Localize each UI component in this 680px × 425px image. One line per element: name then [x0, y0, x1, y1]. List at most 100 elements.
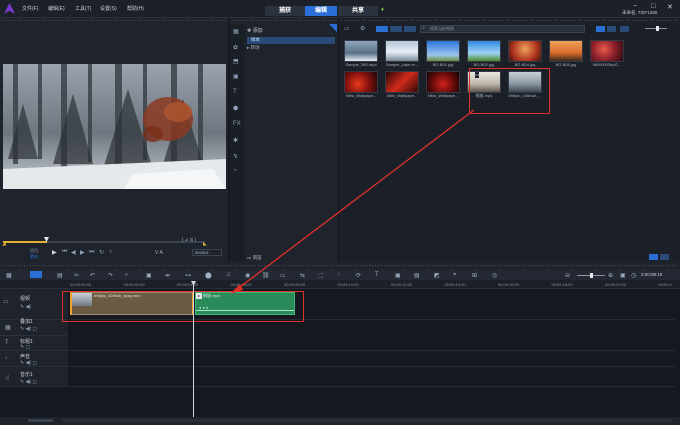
title-icon[interactable]: ▣ — [233, 73, 239, 80]
zoom-out-icon[interactable]: ⊖ — [565, 272, 570, 279]
speed-icon[interactable]: ⇆ — [300, 272, 305, 279]
media-thumbnail[interactable]: MB00003hpt2... — [586, 40, 628, 70]
music-track-lane[interactable] — [69, 367, 675, 387]
home-icon[interactable]: ⏮ — [62, 249, 67, 256]
close-icon[interactable]: ✕ — [667, 3, 673, 11]
maximize-icon[interactable]: □ — [651, 3, 655, 10]
import-folder-icon[interactable]: ▭ — [344, 25, 350, 32]
motion-track-icon[interactable]: ⟳ — [356, 272, 361, 279]
tab-capture[interactable]: 捕获 — [265, 6, 305, 16]
timeline-playhead[interactable] — [193, 281, 194, 417]
media-thumbnail[interactable]: BG-B01.jpg — [422, 40, 464, 70]
speed-icon[interactable]: ◔ — [233, 168, 237, 174]
menu-help[interactable]: 帮助(H) — [127, 5, 144, 12]
mask-icon[interactable]: ▣ — [395, 272, 401, 279]
settings-icon[interactable]: ⚙ — [360, 25, 365, 32]
scissors-icon[interactable]: ✂ — [74, 272, 79, 279]
slider-handle[interactable] — [656, 26, 659, 31]
panel-btn-b[interactable] — [660, 254, 669, 260]
fit-project-icon[interactable]: ▣ — [620, 272, 626, 279]
panel-btn-a[interactable] — [649, 254, 658, 260]
color-icon[interactable]: ▤ — [414, 272, 420, 279]
next-frame-icon[interactable]: ▶ — [80, 249, 85, 256]
play-icon[interactable]: ▶ — [52, 249, 57, 256]
media-icon[interactable]: ▦ — [233, 28, 239, 35]
folder-item-samples[interactable]: 样本 — [247, 37, 335, 44]
view-list-button[interactable] — [607, 26, 616, 32]
volume-icon[interactable]: ♪ — [109, 249, 112, 255]
sort-button[interactable] — [620, 26, 629, 32]
audio-icon[interactable]: ◉ — [245, 272, 250, 279]
lens-icon[interactable]: ◎ — [492, 272, 497, 279]
graphics-icon[interactable]: ⬟ — [233, 105, 238, 112]
transition-icon[interactable]: ⬒ — [233, 58, 239, 65]
menu-tools[interactable]: 工具(T) — [75, 5, 91, 12]
media-thumbnail[interactable]: BG-B05.jpg — [545, 40, 587, 70]
track-mute-icon[interactable]: ✎ ◀) — [20, 304, 31, 310]
fit-icon[interactable]: ⊶ — [185, 272, 191, 279]
multicam-icon[interactable]: ⬚ — [318, 272, 324, 279]
filter-audio-button[interactable] — [404, 26, 416, 32]
text-icon[interactable]: T — [233, 89, 237, 95]
va-toggle[interactable]: V A — [155, 250, 163, 256]
track-mute-icon[interactable]: ✎ ◀) ◻ — [20, 360, 37, 366]
media-thumbnail[interactable]: Nitro_Wallpape... — [422, 71, 464, 101]
menu-settings[interactable]: 设置(S) — [100, 5, 117, 12]
upgrade-icon[interactable]: ♦ — [381, 7, 386, 13]
folder-item-transitions[interactable]: ▸ 转场 — [247, 45, 260, 51]
filter-photo-button[interactable] — [390, 26, 402, 32]
snapshot-icon[interactable]: ▣ — [146, 272, 152, 279]
repeat-icon[interactable]: ↻ — [99, 249, 104, 256]
browse-button[interactable]: ▭ 浏览 — [247, 255, 262, 261]
media-thumbnail[interactable]: Sample_360.mp4 — [340, 40, 382, 70]
media-thumbnail[interactable]: Sample_Lake.m... — [381, 40, 423, 70]
link-icon[interactable]: ⛓ — [262, 272, 270, 279]
zoom-handle[interactable] — [590, 273, 593, 278]
prev-frame-icon[interactable]: ◀ — [71, 249, 76, 256]
chat-icon[interactable]: ◌ — [337, 272, 341, 278]
timeline-view-button[interactable] — [30, 271, 42, 278]
split-icon[interactable]: ⇹ — [165, 272, 170, 279]
menu-edit[interactable]: 编辑(E) — [48, 5, 65, 12]
scroll-track[interactable] — [62, 419, 672, 422]
title-tool-icon[interactable]: T — [375, 272, 379, 278]
zoom-in-icon[interactable]: ⊕ — [608, 272, 613, 279]
track-manager-icon[interactable]: ▤ — [57, 272, 63, 279]
subtitle-icon[interactable]: ▭ — [280, 272, 286, 279]
motion-icon[interactable]: ↯ — [233, 153, 238, 160]
mark-in-icon[interactable]: ◢ — [2, 241, 6, 247]
filter-video-button[interactable] — [376, 26, 388, 32]
media-thumbnail[interactable]: BG-B04.jpg — [504, 40, 546, 70]
clip-mode-label[interactable]: 素材- — [30, 254, 39, 260]
end-icon[interactable]: ⏭ — [89, 249, 94, 256]
track-mute-icon[interactable]: ✎ ◻ — [20, 344, 30, 350]
storyboard-view-icon[interactable]: ▦ — [6, 272, 12, 279]
minimize-icon[interactable]: − — [633, 3, 637, 10]
instant-project-icon[interactable]: ✿ — [233, 44, 238, 51]
title-track-lane[interactable] — [69, 336, 675, 351]
tab-edit[interactable]: 编辑 — [305, 6, 337, 16]
path-icon[interactable]: ✱ — [233, 137, 238, 144]
voice-track-lane[interactable] — [69, 351, 675, 367]
pan-icon[interactable]: ⌖ — [453, 272, 456, 279]
media-thumbnail[interactable]: Nitro_Wallpape... — [340, 71, 382, 101]
mark-out-icon[interactable]: ◣ — [203, 241, 207, 247]
timeline-timecode[interactable]: 0:00:08:19 — [641, 272, 662, 277]
menu-file[interactable]: 文件(F) — [22, 5, 38, 12]
mosaic-icon[interactable]: ◩ — [434, 272, 440, 279]
track-mute-icon[interactable]: ✎ ◀) ◻ — [20, 379, 37, 385]
fx-icon[interactable]: FX — [233, 121, 241, 127]
ripple-icon[interactable]: ⌐ — [125, 272, 129, 278]
add-folder-button[interactable]: ✚ 添加 — [247, 27, 263, 34]
undo-icon[interactable]: ↶ — [90, 272, 95, 279]
view-thumbs-button[interactable] — [596, 26, 605, 32]
redo-icon[interactable]: ↷ — [108, 272, 113, 279]
mix-icon[interactable]: ♫ — [226, 272, 231, 278]
media-thumbnail[interactable]: BG-B02.jpg — [463, 40, 505, 70]
tab-share[interactable]: 共享 — [338, 6, 378, 16]
media-thumbnail[interactable]: Nitro_Wallpape... — [381, 71, 423, 101]
track-mute-icon[interactable]: ✎ ◀) ◻ — [20, 326, 37, 332]
preview-timecode[interactable]: 00:00:0 — [192, 249, 222, 256]
record-icon[interactable]: ⬤ — [205, 272, 212, 279]
preview-video[interactable] — [3, 64, 226, 189]
